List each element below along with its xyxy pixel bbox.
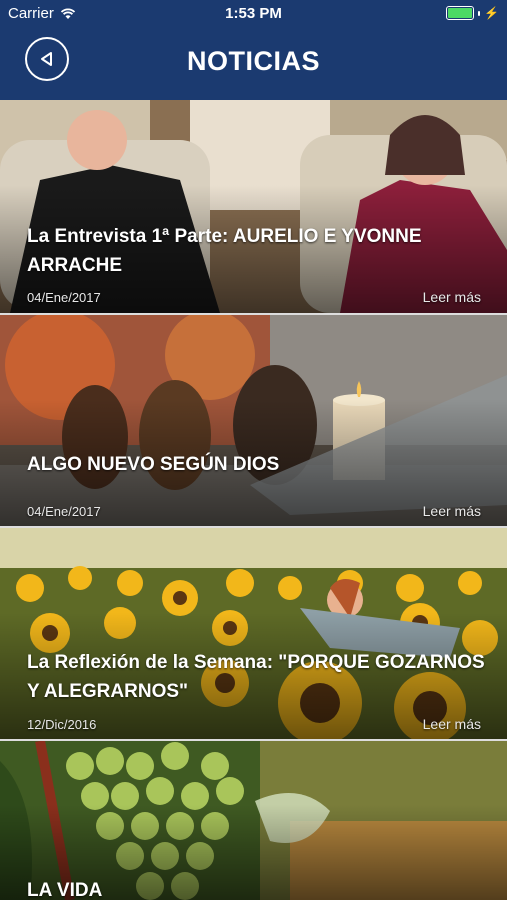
article-title: LA VIDA	[27, 880, 103, 900]
article-title: ALGO NUEVO SEGÚN DIOS	[27, 454, 280, 475]
read-more-link[interactable]: Leer más	[423, 289, 481, 305]
news-card-3[interactable]: La Reflexión de la Semana: "PORQUE GOZAR…	[0, 528, 507, 739]
status-bar: Carrier 1:53 PM ⚡	[0, 0, 507, 28]
news-card-2[interactable]: ALGO NUEVO SEGÚN DIOS 04/Ene/2017 Leer m…	[0, 315, 507, 526]
article-date: 04/Ene/2017	[27, 504, 101, 519]
card-overlay	[0, 315, 507, 526]
news-card-1[interactable]: La Entrevista 1ª Parte: AURELIO E YVONNE…	[0, 100, 507, 313]
article-date: 04/Ene/2017	[27, 290, 101, 305]
news-card-4[interactable]: LA VIDA	[0, 741, 507, 900]
card-overlay	[0, 100, 507, 313]
card-overlay	[0, 528, 507, 739]
clock: 1:53 PM	[225, 5, 282, 22]
article-title: La Reflexión de la Semana: "PORQUE GOZAR…	[27, 652, 485, 702]
charging-icon: ⚡	[484, 6, 499, 20]
page-title: NOTICIAS	[186, 46, 320, 76]
article-date: 12/Dic/2016	[27, 717, 97, 732]
read-more-link[interactable]: Leer más	[423, 503, 481, 519]
navigation-bar: NOTICIAS	[0, 28, 507, 100]
battery-indicator: ⚡	[446, 6, 499, 20]
article-title: La Entrevista 1ª Parte: AURELIO E YVONNE…	[27, 226, 422, 276]
read-more-link[interactable]: Leer más	[423, 716, 481, 732]
battery-icon	[446, 6, 475, 20]
